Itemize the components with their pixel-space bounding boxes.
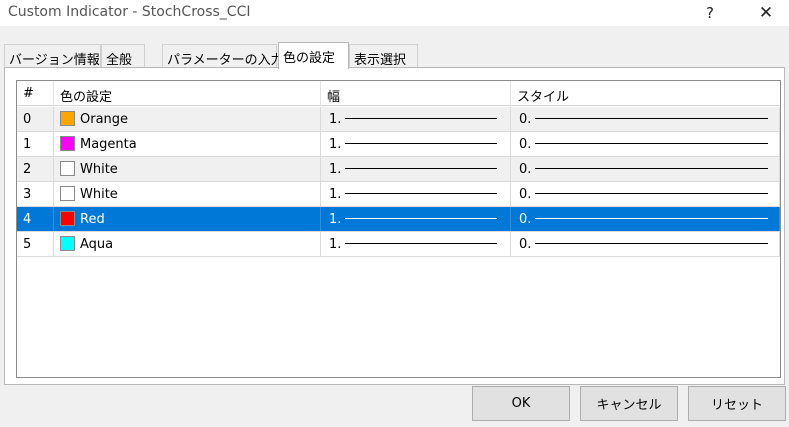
color-swatch[interactable] [60, 211, 75, 226]
width-cell[interactable]: 1. [321, 157, 511, 181]
row-index: 1 [17, 132, 54, 156]
width-value: 1. [329, 137, 342, 152]
grid-header: # 色の設定 幅 スタイル [17, 81, 780, 106]
tab-colors[interactable]: 色の設定 [278, 42, 349, 69]
header-color[interactable]: 色の設定 [54, 81, 321, 106]
width-cell[interactable]: 1. [321, 182, 511, 206]
color-name: White [80, 162, 118, 177]
width-line-preview [345, 218, 497, 219]
width-cell[interactable]: 1. [321, 232, 511, 256]
style-value: 0. [519, 187, 532, 202]
table-row[interactable]: 2 White 1. 0. [17, 157, 780, 182]
color-cell[interactable]: White [54, 157, 321, 181]
style-line-preview [535, 168, 768, 169]
title-bar: Custom Indicator - StochCross_CCI ? ✕ [0, 0, 789, 26]
reset-button[interactable]: リセット [688, 386, 786, 421]
width-value: 1. [329, 237, 342, 252]
color-cell[interactable]: Magenta [54, 132, 321, 156]
tab-general[interactable]: 全般 [101, 44, 145, 68]
color-name: Red [80, 212, 105, 227]
style-line-preview [535, 243, 768, 244]
width-line-preview [345, 168, 497, 169]
cancel-button[interactable]: キャンセル [580, 386, 678, 421]
row-index: 4 [17, 207, 54, 231]
header-index[interactable]: # [17, 81, 54, 106]
row-index: 2 [17, 157, 54, 181]
style-cell[interactable]: 0. [511, 157, 780, 181]
color-name: White [80, 187, 118, 202]
close-button[interactable]: ✕ [746, 0, 786, 26]
window-title: Custom Indicator - StochCross_CCI [8, 4, 251, 20]
style-value: 0. [519, 162, 532, 177]
table-row[interactable]: 0 Orange 1. 0. [17, 107, 780, 132]
width-line-preview [345, 243, 497, 244]
color-name: Aqua [80, 237, 114, 252]
color-cell[interactable]: Aqua [54, 232, 321, 256]
row-index: 0 [17, 107, 54, 131]
width-cell[interactable]: 1. [321, 132, 511, 156]
table-row[interactable]: 3 White 1. 0. [17, 182, 780, 207]
style-cell[interactable]: 0. [511, 207, 780, 231]
tab-visualization[interactable]: 表示選択 [349, 44, 418, 68]
row-index: 5 [17, 232, 54, 256]
table-row[interactable]: 4 Red 1. 0. [17, 207, 780, 232]
color-swatch[interactable] [60, 186, 75, 201]
table-row[interactable]: 5 Aqua 1. 0. [17, 232, 780, 257]
header-style[interactable]: スタイル [511, 81, 780, 106]
color-name: Orange [80, 112, 129, 127]
row-index: 3 [17, 182, 54, 206]
table-row[interactable]: 1 Magenta 1. 0. [17, 132, 780, 157]
tab-inputs[interactable]: パラメーターの入力 [162, 44, 284, 68]
style-cell[interactable]: 0. [511, 232, 780, 256]
style-value: 0. [519, 237, 532, 252]
ok-button[interactable]: OK [472, 386, 570, 421]
colors-grid: # 色の設定 幅 スタイル 0 Orange 1. 0. 1 Magenta 1. 0. 2 Wh… [16, 80, 781, 378]
width-cell[interactable]: 1. [321, 107, 511, 131]
style-line-preview [535, 118, 768, 119]
style-line-preview [535, 143, 768, 144]
style-line-preview [535, 193, 768, 194]
width-value: 1. [329, 187, 342, 202]
close-icon: ✕ [758, 3, 774, 23]
width-line-preview [345, 193, 497, 194]
color-name: Magenta [80, 137, 137, 152]
width-value: 1. [329, 212, 342, 227]
width-line-preview [345, 143, 497, 144]
style-cell[interactable]: 0. [511, 182, 780, 206]
help-button[interactable]: ? [690, 0, 730, 26]
color-swatch[interactable] [60, 236, 75, 251]
style-cell[interactable]: 0. [511, 132, 780, 156]
width-value: 1. [329, 112, 342, 127]
tab-version-info[interactable]: バージョン情報 [4, 44, 101, 68]
colors-panel: # 色の設定 幅 スタイル 0 Orange 1. 0. 1 Magenta 1. 0. 2 Wh… [4, 67, 785, 385]
color-cell[interactable]: White [54, 182, 321, 206]
header-width[interactable]: 幅 [321, 81, 511, 106]
style-cell[interactable]: 0. [511, 107, 780, 131]
color-swatch[interactable] [60, 111, 75, 126]
style-value: 0. [519, 212, 532, 227]
color-cell[interactable]: Red [54, 207, 321, 231]
color-swatch[interactable] [60, 161, 75, 176]
color-swatch[interactable] [60, 136, 75, 151]
color-cell[interactable]: Orange [54, 107, 321, 131]
width-value: 1. [329, 162, 342, 177]
width-line-preview [345, 118, 497, 119]
width-cell[interactable]: 1. [321, 207, 511, 231]
style-line-preview [535, 218, 768, 219]
style-value: 0. [519, 137, 532, 152]
style-value: 0. [519, 112, 532, 127]
